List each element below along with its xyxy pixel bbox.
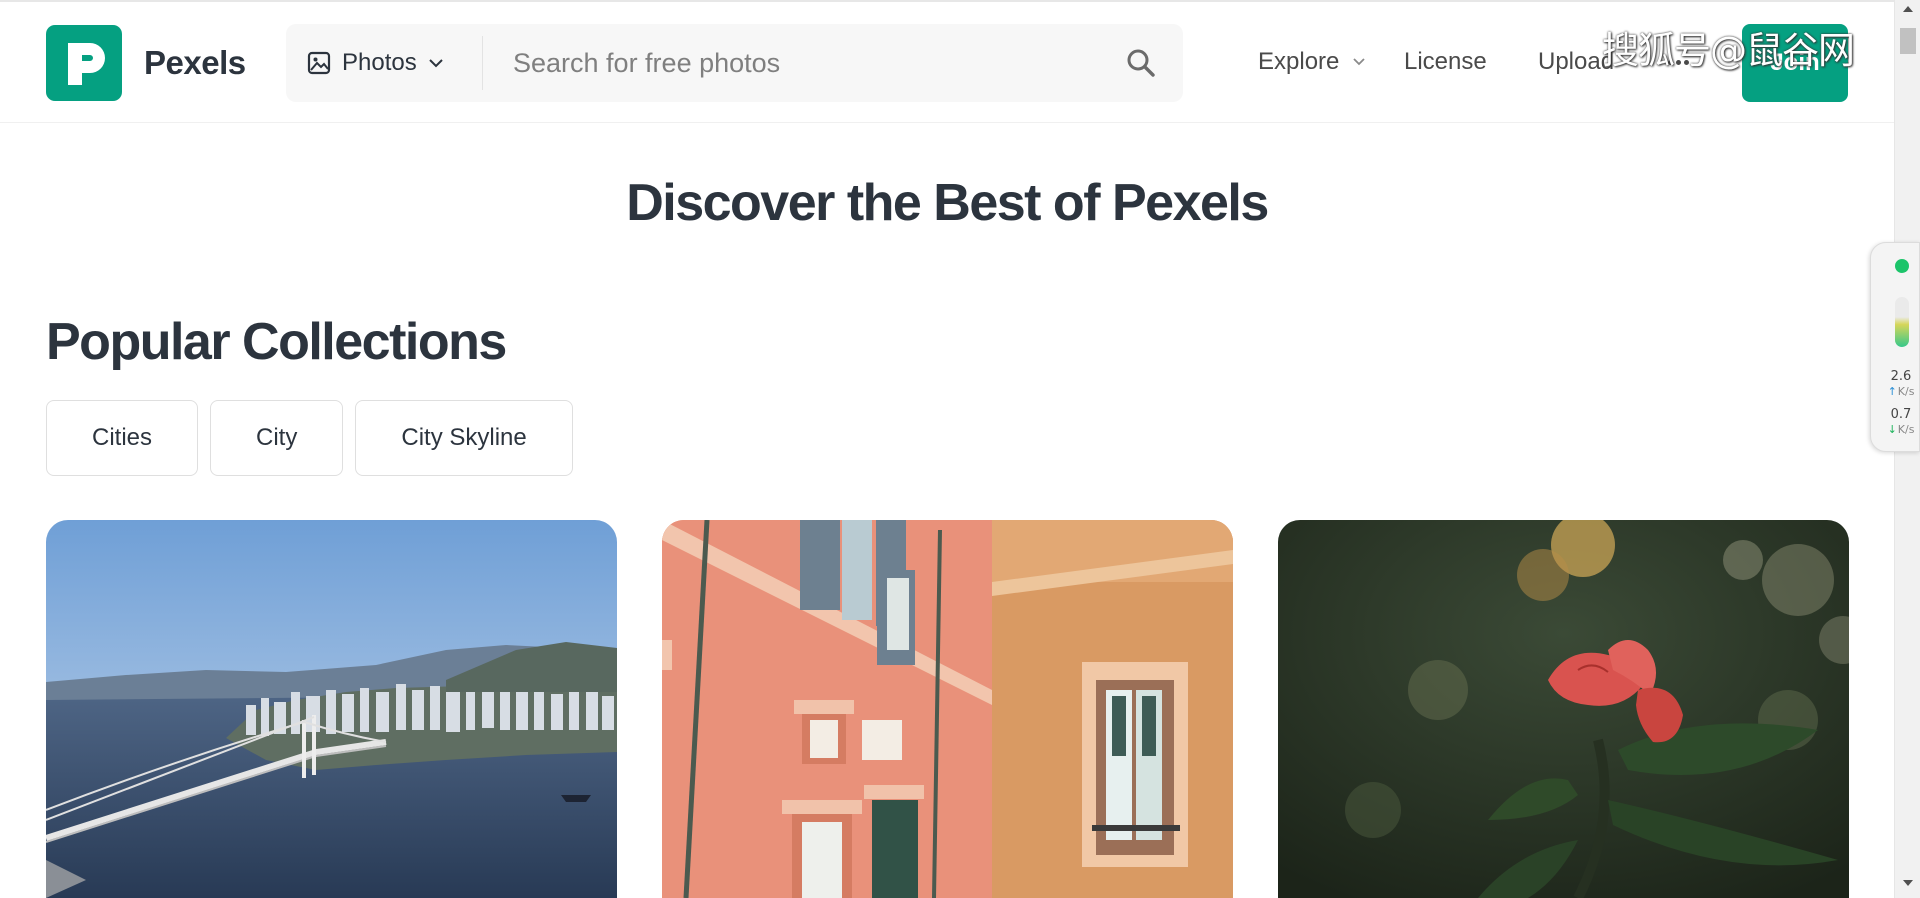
search-input[interactable] bbox=[513, 38, 1093, 88]
search-type-label: Photos bbox=[342, 49, 417, 76]
download-speed-value: 0.7 bbox=[1890, 407, 1912, 422]
search-type-select[interactable]: Photos bbox=[306, 24, 445, 102]
chip-cities[interactable]: Cities bbox=[46, 400, 199, 476]
search-divider bbox=[482, 36, 483, 90]
download-speed-unit: K/s bbox=[1881, 423, 1920, 436]
collection-card-building[interactable] bbox=[662, 520, 1233, 898]
page-title: Discover the Best of Pexels bbox=[626, 174, 1269, 232]
image-icon bbox=[307, 51, 331, 75]
chevron-down-icon bbox=[429, 59, 443, 68]
pexels-logo-icon[interactable] bbox=[46, 25, 122, 101]
upload-speed-value: 2.6 bbox=[1890, 369, 1912, 384]
chevron-down-icon bbox=[1353, 58, 1366, 66]
scroll-down-arrow-icon[interactable] bbox=[1903, 880, 1913, 886]
section-title: Popular Collections bbox=[46, 313, 507, 371]
watermark-text: 搜狐号@鼠谷网 bbox=[1602, 29, 1855, 72]
search-bar: Photos bbox=[286, 24, 1183, 102]
site-header: Pexels Photos Explore License Upload Joi… bbox=[0, 2, 1894, 123]
upload-speed-unit: K/s bbox=[1881, 385, 1920, 398]
collection-card-bridge-city[interactable] bbox=[46, 520, 617, 898]
nav-explore[interactable]: Explore bbox=[1258, 48, 1367, 76]
brand-name[interactable]: Pexels bbox=[144, 44, 246, 82]
collection-cards bbox=[46, 520, 1850, 898]
scroll-up-arrow-icon[interactable] bbox=[1903, 6, 1913, 12]
chip-city[interactable]: City bbox=[210, 400, 344, 476]
collection-card-flower[interactable] bbox=[1278, 520, 1849, 898]
nav-license[interactable]: License bbox=[1404, 48, 1487, 76]
network-speed-widget[interactable]: 2.6 K/s 0.7 K/s bbox=[1870, 242, 1920, 452]
chip-city-skyline[interactable]: City Skyline bbox=[355, 400, 573, 476]
usage-bar-icon bbox=[1895, 297, 1909, 347]
search-icon[interactable] bbox=[1124, 46, 1158, 80]
scrollbar-thumb[interactable] bbox=[1900, 28, 1916, 54]
nav-explore-label: Explore bbox=[1258, 48, 1340, 75]
collection-chips: Cities City City Skyline bbox=[46, 400, 573, 476]
status-dot-icon bbox=[1895, 259, 1909, 273]
